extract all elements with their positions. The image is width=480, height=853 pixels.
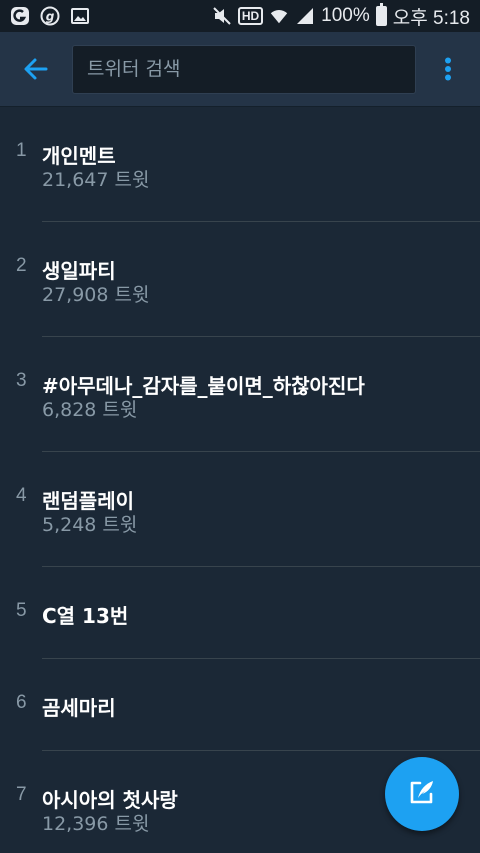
trend-item[interactable]: 6 곰세마리 bbox=[16, 659, 480, 751]
trend-rank: 5 bbox=[16, 600, 27, 621]
compose-tweet-icon bbox=[406, 776, 438, 812]
hd-icon: HD bbox=[237, 7, 264, 25]
trends-list: 1 개인멘트 21,647 트윗 2 생일파티 27,908 트윗 3 #아무데… bbox=[0, 107, 480, 853]
gallery-icon bbox=[70, 6, 90, 26]
compose-tweet-button[interactable] bbox=[385, 757, 459, 831]
battery-icon bbox=[375, 3, 387, 26]
trend-tweet-count: 6,828 트윗 bbox=[42, 399, 138, 421]
search-box[interactable] bbox=[72, 44, 416, 94]
trend-rank: 1 bbox=[16, 140, 27, 161]
trend-name: C열 13번 bbox=[42, 604, 129, 628]
trend-name: 곰세마리 bbox=[42, 696, 116, 720]
status-time: 오후 5:18 bbox=[392, 7, 470, 29]
trend-rank: 4 bbox=[16, 485, 27, 506]
wifi-icon bbox=[269, 6, 289, 26]
status-bar: g HD 100% 오후 5:18 bbox=[0, 0, 480, 32]
trend-tweet-count: 12,396 트윗 bbox=[42, 813, 150, 835]
battery-percent: 100% bbox=[321, 5, 370, 26]
trend-item[interactable]: 5 C열 13번 bbox=[16, 567, 480, 659]
trend-rank: 3 bbox=[16, 370, 27, 391]
trend-tweet-count: 5,248 트윗 bbox=[42, 514, 138, 536]
mute-icon bbox=[212, 6, 232, 26]
trend-tweet-count: 21,647 트윗 bbox=[42, 169, 150, 191]
trend-item[interactable]: 3 #아무데나_감자를_붙이면_하찮아진다 6,828 트윗 bbox=[16, 337, 480, 452]
app-bar bbox=[0, 32, 480, 107]
trend-rank: 7 bbox=[16, 784, 27, 805]
svg-text:g: g bbox=[46, 10, 55, 24]
signal-icon bbox=[295, 6, 315, 26]
search-input[interactable] bbox=[87, 58, 401, 80]
more-vert-icon[interactable] bbox=[416, 32, 480, 107]
trend-rank: 2 bbox=[16, 255, 27, 276]
g-icon: g bbox=[40, 6, 60, 26]
app-icon bbox=[10, 6, 30, 26]
trend-item[interactable]: 2 생일파티 27,908 트윗 bbox=[16, 222, 480, 337]
trend-rank: 6 bbox=[16, 692, 27, 713]
trend-item[interactable]: 1 개인멘트 21,647 트윗 bbox=[16, 107, 480, 222]
trend-item[interactable]: 4 랜덤플레이 5,248 트윗 bbox=[16, 452, 480, 567]
back-arrow-icon[interactable] bbox=[0, 32, 72, 107]
trend-tweet-count: 27,908 트윗 bbox=[42, 284, 150, 306]
